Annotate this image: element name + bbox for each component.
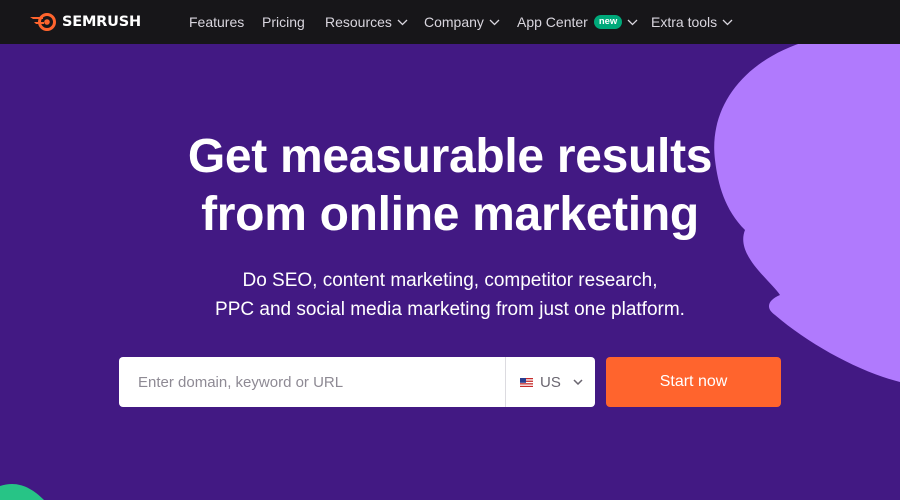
nav-item-app-center[interactable]: App Center new — [517, 0, 638, 44]
search-input[interactable] — [119, 357, 505, 407]
green-corner-shape — [0, 483, 44, 500]
hero-title-line-2: from online marketing — [201, 188, 699, 241]
nav-item-label: Resources — [325, 14, 392, 30]
chevron-down-icon — [573, 379, 583, 385]
nav-item-resources[interactable]: Resources — [325, 0, 408, 44]
semrush-logo[interactable]: SEMRUSH — [30, 12, 141, 32]
nav-item-extra-tools[interactable]: Extra tools — [651, 0, 733, 44]
hero-title: Get measurable results from online marke… — [0, 128, 900, 244]
hero-title-line-1: Get measurable results — [187, 130, 713, 183]
nav-item-label: App Center — [517, 14, 588, 30]
region-select[interactable]: US — [506, 357, 595, 407]
decorative-shapes — [0, 32, 900, 500]
semrush-fire-icon — [30, 13, 56, 31]
nav-item-label: Extra tools — [651, 14, 718, 30]
nav-item-label: Company — [424, 14, 484, 30]
brand-name: SEMRUSH — [62, 14, 141, 30]
chevron-down-icon — [489, 19, 500, 25]
chevron-down-icon — [722, 19, 733, 25]
search-form: US — [119, 357, 595, 407]
nav-item-label: Features — [189, 14, 245, 30]
hero-subtitle: Do SEO, content marketing, competitor re… — [0, 266, 900, 324]
chevron-down-icon — [627, 19, 638, 25]
nav-item-label: Pricing — [262, 14, 305, 30]
start-now-button[interactable]: Start now — [606, 357, 781, 407]
nav-item-company[interactable]: Company — [424, 0, 500, 44]
nav-item-features[interactable]: Features — [189, 0, 244, 44]
region-label: US — [540, 373, 561, 391]
hero-subtitle-line-2: PPC and social media marketing from just… — [215, 299, 685, 320]
chevron-down-icon — [397, 19, 408, 25]
top-navigation: SEMRUSH Features Pricing Resources Compa… — [0, 0, 900, 44]
nav-item-pricing[interactable]: Pricing — [262, 0, 305, 44]
hero-subtitle-line-1: Do SEO, content marketing, competitor re… — [242, 270, 658, 291]
us-flag-icon — [520, 377, 533, 387]
new-badge: new — [593, 15, 623, 29]
